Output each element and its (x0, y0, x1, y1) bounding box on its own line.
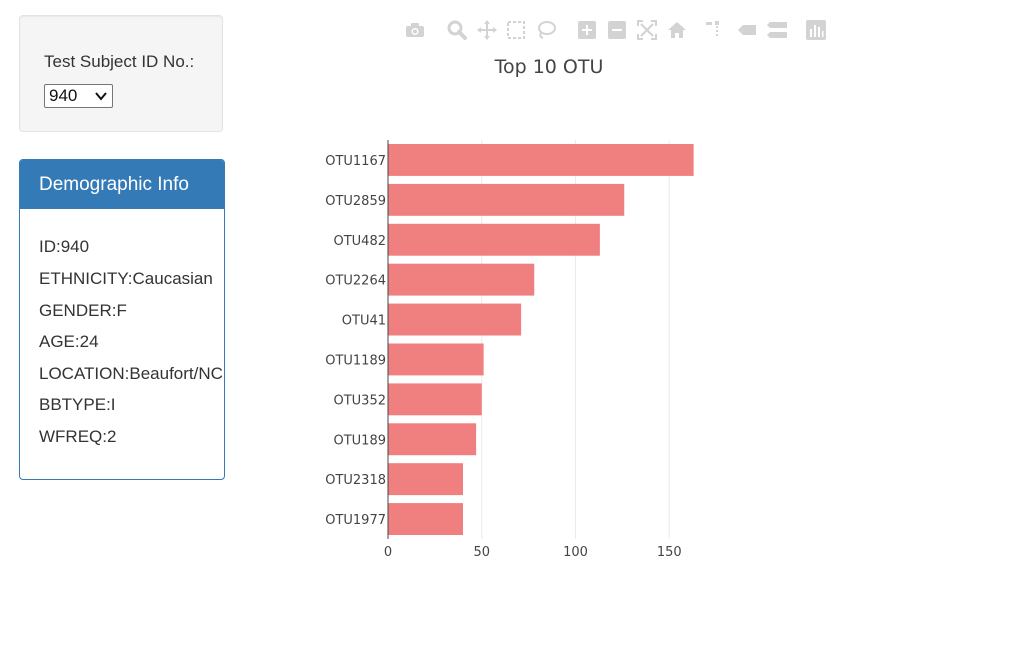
y-tick-label: OTU352 (333, 393, 386, 408)
bar-otu2264[interactable] (388, 263, 535, 296)
y-tick-label: OTU482 (333, 234, 386, 249)
y-tick-label: OTU2318 (325, 473, 386, 488)
bar-otu41[interactable] (388, 303, 522, 336)
y-tick-label: OTU189 (333, 433, 386, 448)
page: Test Subject ID No.: 940 Demographic Inf… (0, 0, 1023, 664)
bar-otu352[interactable] (388, 383, 482, 416)
bar-otu2318[interactable] (388, 463, 463, 496)
y-tick-label: OTU1977 (325, 513, 386, 528)
y-tick-label: OTU2859 (325, 194, 386, 209)
bar-otu482[interactable] (388, 223, 600, 256)
x-tick-label: 50 (473, 545, 490, 560)
bar-otu1189[interactable] (388, 343, 484, 376)
bar-otu2859[interactable] (388, 183, 625, 216)
y-tick-label: OTU2264 (325, 274, 386, 289)
bar-otu189[interactable] (388, 423, 477, 456)
x-tick-label: 100 (563, 545, 588, 560)
otu-bar-chart: OTU1167 OTU2859 OTU482 OTU2264 OTU41 OTU1189 O… (325, 140, 694, 560)
x-tick-label: 150 (657, 545, 682, 560)
y-tick-label: OTU1189 (325, 353, 386, 368)
y-tick-label: OTU41 (342, 314, 386, 329)
y-tick-label: OTU1167 (325, 154, 386, 169)
x-tick-label: 0 (384, 545, 392, 560)
bar-otu1977[interactable] (388, 503, 463, 536)
bar-otu1167[interactable] (388, 143, 694, 176)
